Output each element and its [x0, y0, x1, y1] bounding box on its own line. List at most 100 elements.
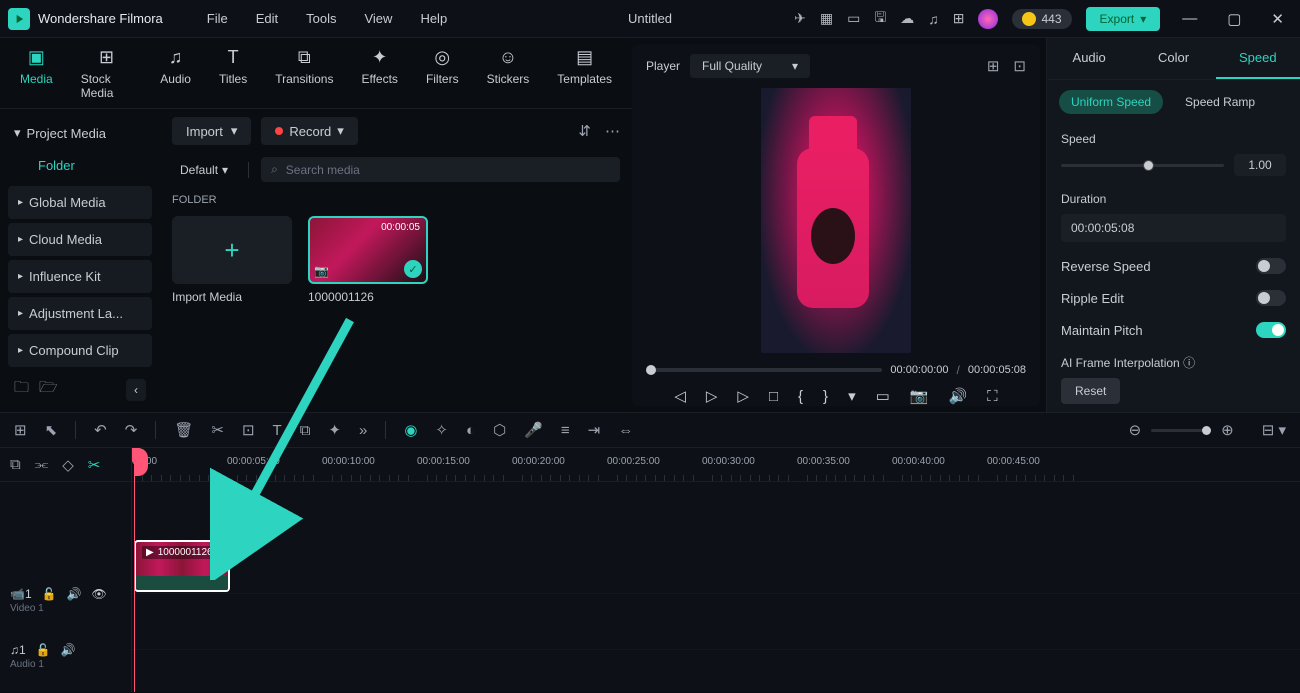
avatar[interactable]	[978, 9, 998, 29]
tab-stock-media[interactable]: ⊞Stock Media	[81, 46, 133, 100]
picture-layout-icon[interactable]: ⊡	[1013, 57, 1026, 75]
tab-color-props[interactable]: Color	[1131, 38, 1215, 79]
sidebar-adjustment-layer[interactable]: ▸Adjustment La...	[8, 297, 152, 330]
new-folder-icon[interactable]: 🗀	[14, 377, 29, 402]
slider-thumb[interactable]	[1143, 160, 1154, 171]
link-tracks-icon[interactable]: ⧉	[10, 456, 21, 473]
speed-tl-icon[interactable]: ◐	[466, 422, 475, 439]
tracks-area[interactable]: 00:0000:00:05:0000:00:10:0000:00:15:0000…	[132, 448, 1300, 692]
grid-icon[interactable]: ⊞	[14, 421, 27, 439]
speed-slider[interactable]	[1061, 164, 1224, 167]
audio-track-header[interactable]: ♫1🔓🔊 Audio 1	[0, 628, 131, 684]
maximize-button[interactable]: ▢	[1219, 6, 1249, 32]
collapse-sidebar-button[interactable]: ‹	[126, 379, 146, 401]
screenshot-button[interactable]: ▭	[876, 387, 890, 405]
auto-icon[interactable]: ✂	[88, 456, 101, 474]
sidebar-compound-clip[interactable]: ▸Compound Clip	[8, 334, 152, 367]
sort-default[interactable]: Default▾	[172, 159, 236, 181]
play-in-button[interactable]: ▷	[706, 387, 718, 405]
tab-audio[interactable]: ♫Audio	[160, 46, 191, 100]
delete-icon[interactable]: 🗑	[174, 421, 193, 439]
ai-icon[interactable]: ◉	[404, 421, 417, 439]
sidebar-header[interactable]: ▾Project Media	[8, 117, 152, 149]
tab-transitions[interactable]: ⧉Transitions	[275, 46, 333, 100]
filter-icon[interactable]: ⇵	[578, 122, 591, 140]
lock-icon[interactable]: 🔓	[36, 643, 51, 657]
zoom-out-icon[interactable]: ⊖	[1129, 421, 1142, 439]
play-button[interactable]: ▷	[737, 387, 749, 405]
ruler[interactable]: 00:0000:00:05:0000:00:10:0000:00:15:0000…	[132, 448, 1300, 482]
camera-button[interactable]: 📷	[910, 387, 929, 405]
shield-icon[interactable]: ⬡	[493, 421, 506, 439]
menu-tools[interactable]: Tools	[292, 5, 350, 32]
video-lane[interactable]: ▶ 1000001126	[132, 538, 1300, 594]
copy-icon[interactable]: ⧉	[300, 422, 311, 439]
scrubber[interactable]	[646, 368, 882, 372]
headphones-icon[interactable]: ♫	[928, 11, 939, 27]
export-tl-icon[interactable]: ⇥	[588, 421, 601, 439]
import-media-card[interactable]: + Import Media	[172, 216, 292, 304]
menu-edit[interactable]: Edit	[242, 5, 292, 32]
mic-icon[interactable]: 🎤	[524, 421, 543, 439]
undo-icon[interactable]: ↶	[94, 421, 107, 439]
view-options-icon[interactable]: ⊟ ▾	[1262, 421, 1286, 439]
export-button[interactable]: Export▾	[1086, 7, 1161, 31]
text-icon[interactable]: T	[273, 422, 282, 439]
tab-speed-props[interactable]: Speed	[1216, 38, 1300, 79]
apps-icon[interactable]: ⊞	[953, 10, 965, 27]
split-icon[interactable]: ✂	[211, 421, 224, 439]
audio-lane[interactable]	[132, 594, 1300, 650]
zoom-in-icon[interactable]: ⊕	[1221, 421, 1234, 439]
ripple-toggle[interactable]	[1256, 290, 1286, 306]
speed-value[interactable]: 1.00	[1234, 154, 1286, 176]
mark-in-button[interactable]: {	[798, 388, 803, 405]
cursor-icon[interactable]: ⬉	[45, 421, 58, 439]
compress-icon[interactable]: ⇔	[618, 422, 633, 439]
sidebar-global-media[interactable]: ▸Global Media	[8, 186, 152, 219]
more-icon[interactable]: ⋯	[605, 122, 620, 140]
mixer-icon[interactable]: ≡	[561, 422, 570, 439]
mute-icon[interactable]: 🔊	[61, 643, 76, 657]
tab-audio-props[interactable]: Audio	[1047, 38, 1131, 79]
marker-tool-icon[interactable]: ◇	[62, 456, 74, 474]
menu-file[interactable]: File	[193, 5, 242, 32]
sidebar-folder[interactable]: Folder	[8, 149, 152, 182]
grid-layout-icon[interactable]: ⊞	[987, 57, 1000, 75]
prev-frame-button[interactable]: ◁	[674, 387, 686, 405]
tab-filters[interactable]: ◎Filters	[426, 46, 459, 100]
mark-out-button[interactable]: }	[823, 388, 828, 405]
record-button[interactable]: Record▾	[261, 117, 357, 145]
send-icon[interactable]: ✈	[794, 10, 806, 27]
volume-button[interactable]: 🔊	[948, 387, 967, 405]
tab-effects[interactable]: ✦Effects	[361, 46, 397, 100]
tab-stickers[interactable]: ☺Stickers	[487, 46, 530, 100]
coin-balance[interactable]: 443	[1012, 9, 1071, 29]
effects-tl-icon[interactable]: ✦	[328, 421, 341, 439]
video-track-header[interactable]: 📹1🔓🔊👁 Video 1	[0, 572, 131, 628]
search-box[interactable]: ⌕Search media	[261, 157, 620, 182]
magnet-icon[interactable]: ⫘	[35, 456, 49, 473]
tab-templates[interactable]: ▤Templates	[557, 46, 612, 100]
display-icon[interactable]: ▭	[847, 10, 860, 27]
folder-open-icon[interactable]: 🗁	[39, 377, 58, 402]
quality-select[interactable]: Full Quality▾	[690, 54, 810, 78]
tab-titles[interactable]: TTitles	[219, 46, 247, 100]
scrubber-thumb[interactable]	[646, 365, 656, 375]
cloud-icon[interactable]: ☁	[900, 10, 914, 27]
device-icon[interactable]: ▦	[820, 10, 833, 27]
reverse-toggle[interactable]	[1256, 258, 1286, 274]
video-clip[interactable]: ▶ 1000001126	[134, 540, 230, 592]
menu-help[interactable]: Help	[406, 5, 461, 32]
reset-button[interactable]: Reset	[1061, 378, 1120, 404]
mute-icon[interactable]: 🔊	[67, 587, 82, 601]
fullscreen-button[interactable]: ⛶	[987, 388, 998, 405]
lock-icon[interactable]: 🔓	[42, 587, 57, 601]
import-button[interactable]: Import▾	[172, 117, 251, 145]
close-button[interactable]: ✕	[1263, 6, 1292, 32]
preview-stage[interactable]	[646, 88, 1026, 353]
stop-button[interactable]: □	[769, 388, 778, 405]
media-clip-card[interactable]: 00:00:05 📷 ✓ 1000001126	[308, 216, 428, 304]
playhead[interactable]	[134, 448, 135, 692]
sidebar-influence-kit[interactable]: ▸Influence Kit	[8, 260, 152, 293]
redo-icon[interactable]: ↷	[125, 421, 138, 439]
